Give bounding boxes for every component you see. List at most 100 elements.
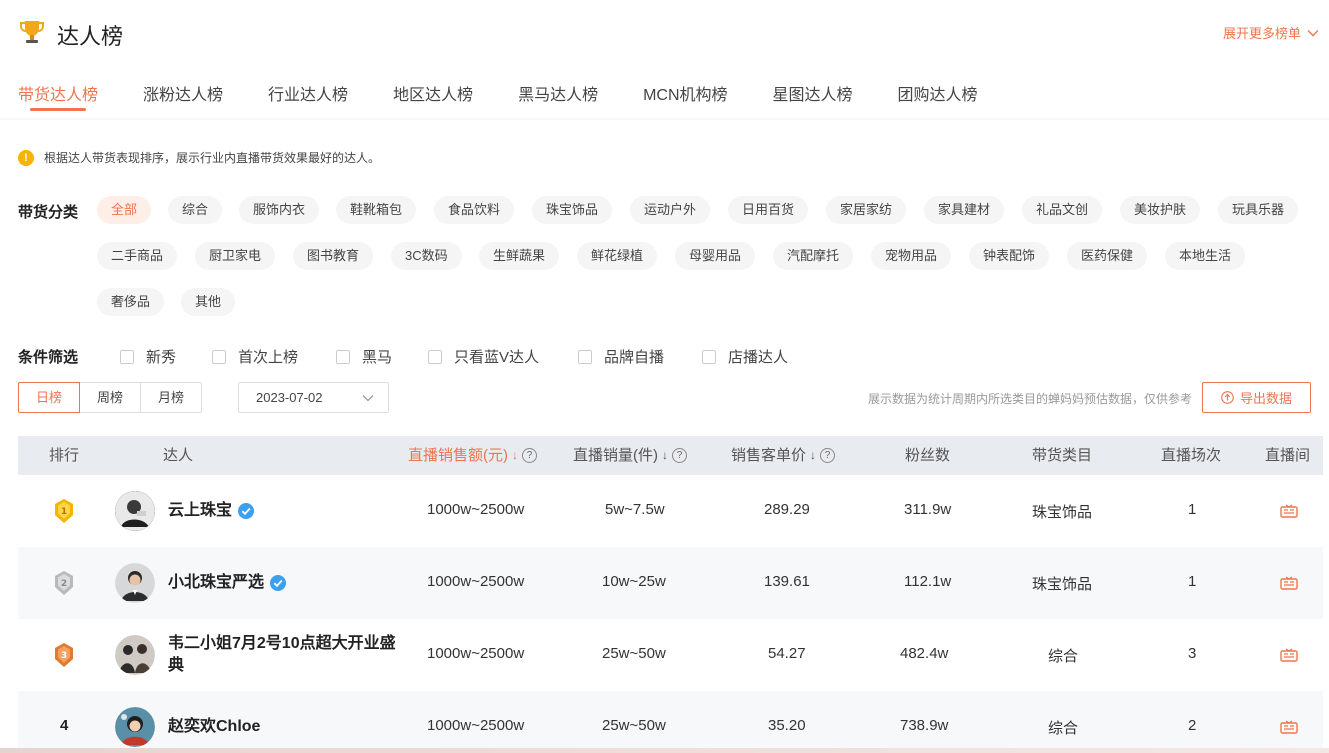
tab-industry[interactable]: 行业达人榜 — [268, 70, 348, 114]
category-chip[interactable]: 食品饮料 — [434, 196, 515, 224]
tab-fans-growth[interactable]: 涨粉达人榜 — [143, 70, 223, 114]
avg-price: 289.29 — [764, 501, 810, 518]
medal-rank: 1 — [61, 507, 67, 517]
filter-first-listed-checkbox[interactable]: 首次上榜 — [212, 346, 298, 367]
category-chip[interactable]: 其他 — [181, 288, 236, 316]
column-label: 直播销售额(元) — [408, 447, 508, 464]
category-chip[interactable]: 母婴用品 — [675, 242, 756, 270]
column-rank: 排行 — [49, 436, 79, 475]
upload-icon — [1221, 391, 1234, 404]
column-label: 直播间 — [1265, 447, 1311, 464]
talent-name[interactable]: 小北珠宝严选 — [168, 572, 408, 594]
ranking-tabs: 带货达人榜 涨粉达人榜 行业达人榜 地区达人榜 黑马达人榜 MCN机构榜 星图达… — [0, 70, 978, 114]
filter-dark-horse-checkbox[interactable]: 黑马 — [336, 346, 392, 367]
category-chip[interactable]: 礼品文创 — [1022, 196, 1103, 224]
checkbox[interactable] — [120, 349, 134, 364]
period-monthly-button[interactable]: 月榜 — [140, 382, 202, 413]
more-lists-button[interactable]: 展开更多榜单 — [1223, 23, 1319, 42]
category-chip[interactable]: 鞋靴箱包 — [336, 196, 417, 224]
tab-xingtu[interactable]: 星图达人榜 — [773, 70, 853, 114]
filter-newcomer-checkbox[interactable]: 新秀 — [120, 346, 176, 367]
category-chip[interactable]: 美妆护肤 — [1120, 196, 1201, 224]
live-icon[interactable] — [1280, 720, 1298, 734]
checkbox[interactable] — [702, 349, 716, 364]
live-icon[interactable] — [1280, 576, 1298, 590]
avatar[interactable] — [115, 563, 155, 603]
live-icon[interactable] — [1280, 504, 1298, 518]
tab-dark-horse[interactable]: 黑马达人榜 — [518, 70, 598, 114]
help-icon[interactable]: ? — [672, 448, 687, 463]
table-row[interactable]: 3 韦二小姐7月2号10点超大开业盛典 1000w~2500w 25w~50w … — [18, 619, 1323, 691]
talent-name[interactable]: 赵奕欢Chloe — [168, 716, 408, 738]
column-avg-price[interactable]: 销售客单价 ↓ ? — [731, 436, 836, 475]
table-row[interactable]: 1 云上珠宝 1000w~2500w 5w~7.5w 289.29 311.9w… — [18, 475, 1323, 547]
live-icon[interactable] — [1280, 648, 1298, 662]
avatar[interactable] — [115, 707, 155, 747]
more-lists-label: 展开更多榜单 — [1222, 26, 1301, 41]
column-live-sales-amount[interactable]: 直播销售额(元) ↓ ? — [408, 436, 537, 475]
export-label: 导出数据 — [1239, 391, 1292, 406]
ranking-notice: ! 根据达人带货表现排序，展示行业内直播带货效果最好的达人。 — [18, 149, 380, 166]
export-data-button[interactable]: 导出数据 — [1202, 382, 1311, 413]
category-chip[interactable]: 本地生活 — [1165, 242, 1246, 270]
live-sales-volume: 25w~50w — [602, 645, 666, 662]
filter-blue-v-checkbox[interactable]: 只看蓝V达人 — [428, 346, 539, 367]
ranking-table: 排行 达人 直播销售额(元) ↓ ? 直播销量(件) ↓ ? 销售客单价 ↓ ?… — [18, 436, 1323, 753]
checkbox[interactable] — [336, 349, 350, 364]
category-chip[interactable]: 运动户外 — [630, 196, 711, 224]
category-chip[interactable]: 玩具乐器 — [1218, 196, 1299, 224]
help-icon[interactable]: ? — [820, 448, 836, 463]
sessions-count: 2 — [1188, 717, 1197, 734]
data-disclaimer: 展示数据为统计周期内所选类目的蝉妈妈预估数据，仅供参考 — [867, 392, 1192, 406]
medal-rank: 3 — [61, 651, 67, 661]
column-label: 直播场次 — [1161, 447, 1222, 464]
category-chip[interactable]: 厨卫家电 — [195, 242, 276, 270]
category-chip[interactable]: 钟表配饰 — [969, 242, 1050, 270]
talent-name[interactable]: 云上珠宝 — [168, 500, 408, 522]
category-chip[interactable]: 珠宝饰品 — [532, 196, 613, 224]
column-live-sales-volume[interactable]: 直播销量(件) ↓ ? — [573, 436, 687, 475]
chevron-down-icon — [362, 395, 374, 402]
notice-text: 根据达人带货表现排序，展示行业内直播带货效果最好的达人。 — [44, 151, 381, 165]
filter-brand-self-live-checkbox[interactable]: 品牌自播 — [578, 346, 664, 367]
category-chip[interactable]: 二手商品 — [97, 242, 178, 270]
avatar[interactable] — [115, 635, 155, 675]
category-chip[interactable]: 宠物用品 — [871, 242, 952, 270]
category-chip[interactable]: 家居家纺 — [826, 196, 907, 224]
period-daily-button[interactable]: 日榜 — [18, 382, 80, 413]
tab-mcn[interactable]: MCN机构榜 — [643, 70, 727, 114]
period-weekly-button[interactable]: 周榜 — [79, 382, 141, 413]
date-picker[interactable]: 2023-07-02 — [238, 382, 389, 413]
checkbox[interactable] — [428, 349, 442, 364]
category-chip[interactable]: 医药保健 — [1067, 242, 1148, 270]
category-chip[interactable]: 鲜花绿植 — [577, 242, 658, 270]
fans-count: 112.1w — [904, 573, 952, 590]
table-row[interactable]: 4 赵奕欢Chloe 1000w~2500w 25w~50w 35.20 738… — [18, 691, 1323, 753]
category-chip[interactable]: 家具建材 — [924, 196, 1005, 224]
column-label: 直播销量(件) — [573, 447, 658, 464]
tab-group-buy[interactable]: 团购达人榜 — [898, 70, 978, 114]
help-icon[interactable]: ? — [522, 448, 537, 463]
table-row[interactable]: 2 小北珠宝严选 1000w~2500w 10w~25w 139.61 112.… — [18, 547, 1323, 619]
column-category: 带货类目 — [1032, 436, 1092, 475]
tab-sales-talent[interactable]: 带货达人榜 — [18, 70, 98, 114]
avg-price: 139.61 — [764, 573, 810, 590]
checkbox[interactable] — [578, 349, 592, 364]
category-chip[interactable]: 图书教育 — [293, 242, 374, 270]
tab-region[interactable]: 地区达人榜 — [393, 70, 473, 114]
talent-name-text: 云上珠宝 — [168, 502, 233, 519]
category-chip[interactable]: 全部 — [97, 196, 152, 224]
category-chip[interactable]: 3C数码 — [391, 242, 462, 270]
category-chip[interactable]: 生鲜蔬果 — [479, 242, 560, 270]
talent-name[interactable]: 韦二小姐7月2号10点超大开业盛典 — [168, 633, 408, 677]
category-chip[interactable]: 奢侈品 — [97, 288, 165, 316]
avatar[interactable] — [115, 491, 155, 531]
category-chip[interactable]: 汽配摩托 — [773, 242, 854, 270]
category-chip[interactable]: 日用百货 — [728, 196, 809, 224]
column-talent: 达人 — [163, 436, 193, 475]
category-chip[interactable]: 综合 — [168, 196, 223, 224]
checkbox[interactable] — [212, 349, 226, 364]
filter-store-live-checkbox[interactable]: 店播达人 — [702, 346, 788, 367]
page-title: 达人榜 — [57, 24, 124, 49]
category-chip[interactable]: 服饰内衣 — [239, 196, 320, 224]
